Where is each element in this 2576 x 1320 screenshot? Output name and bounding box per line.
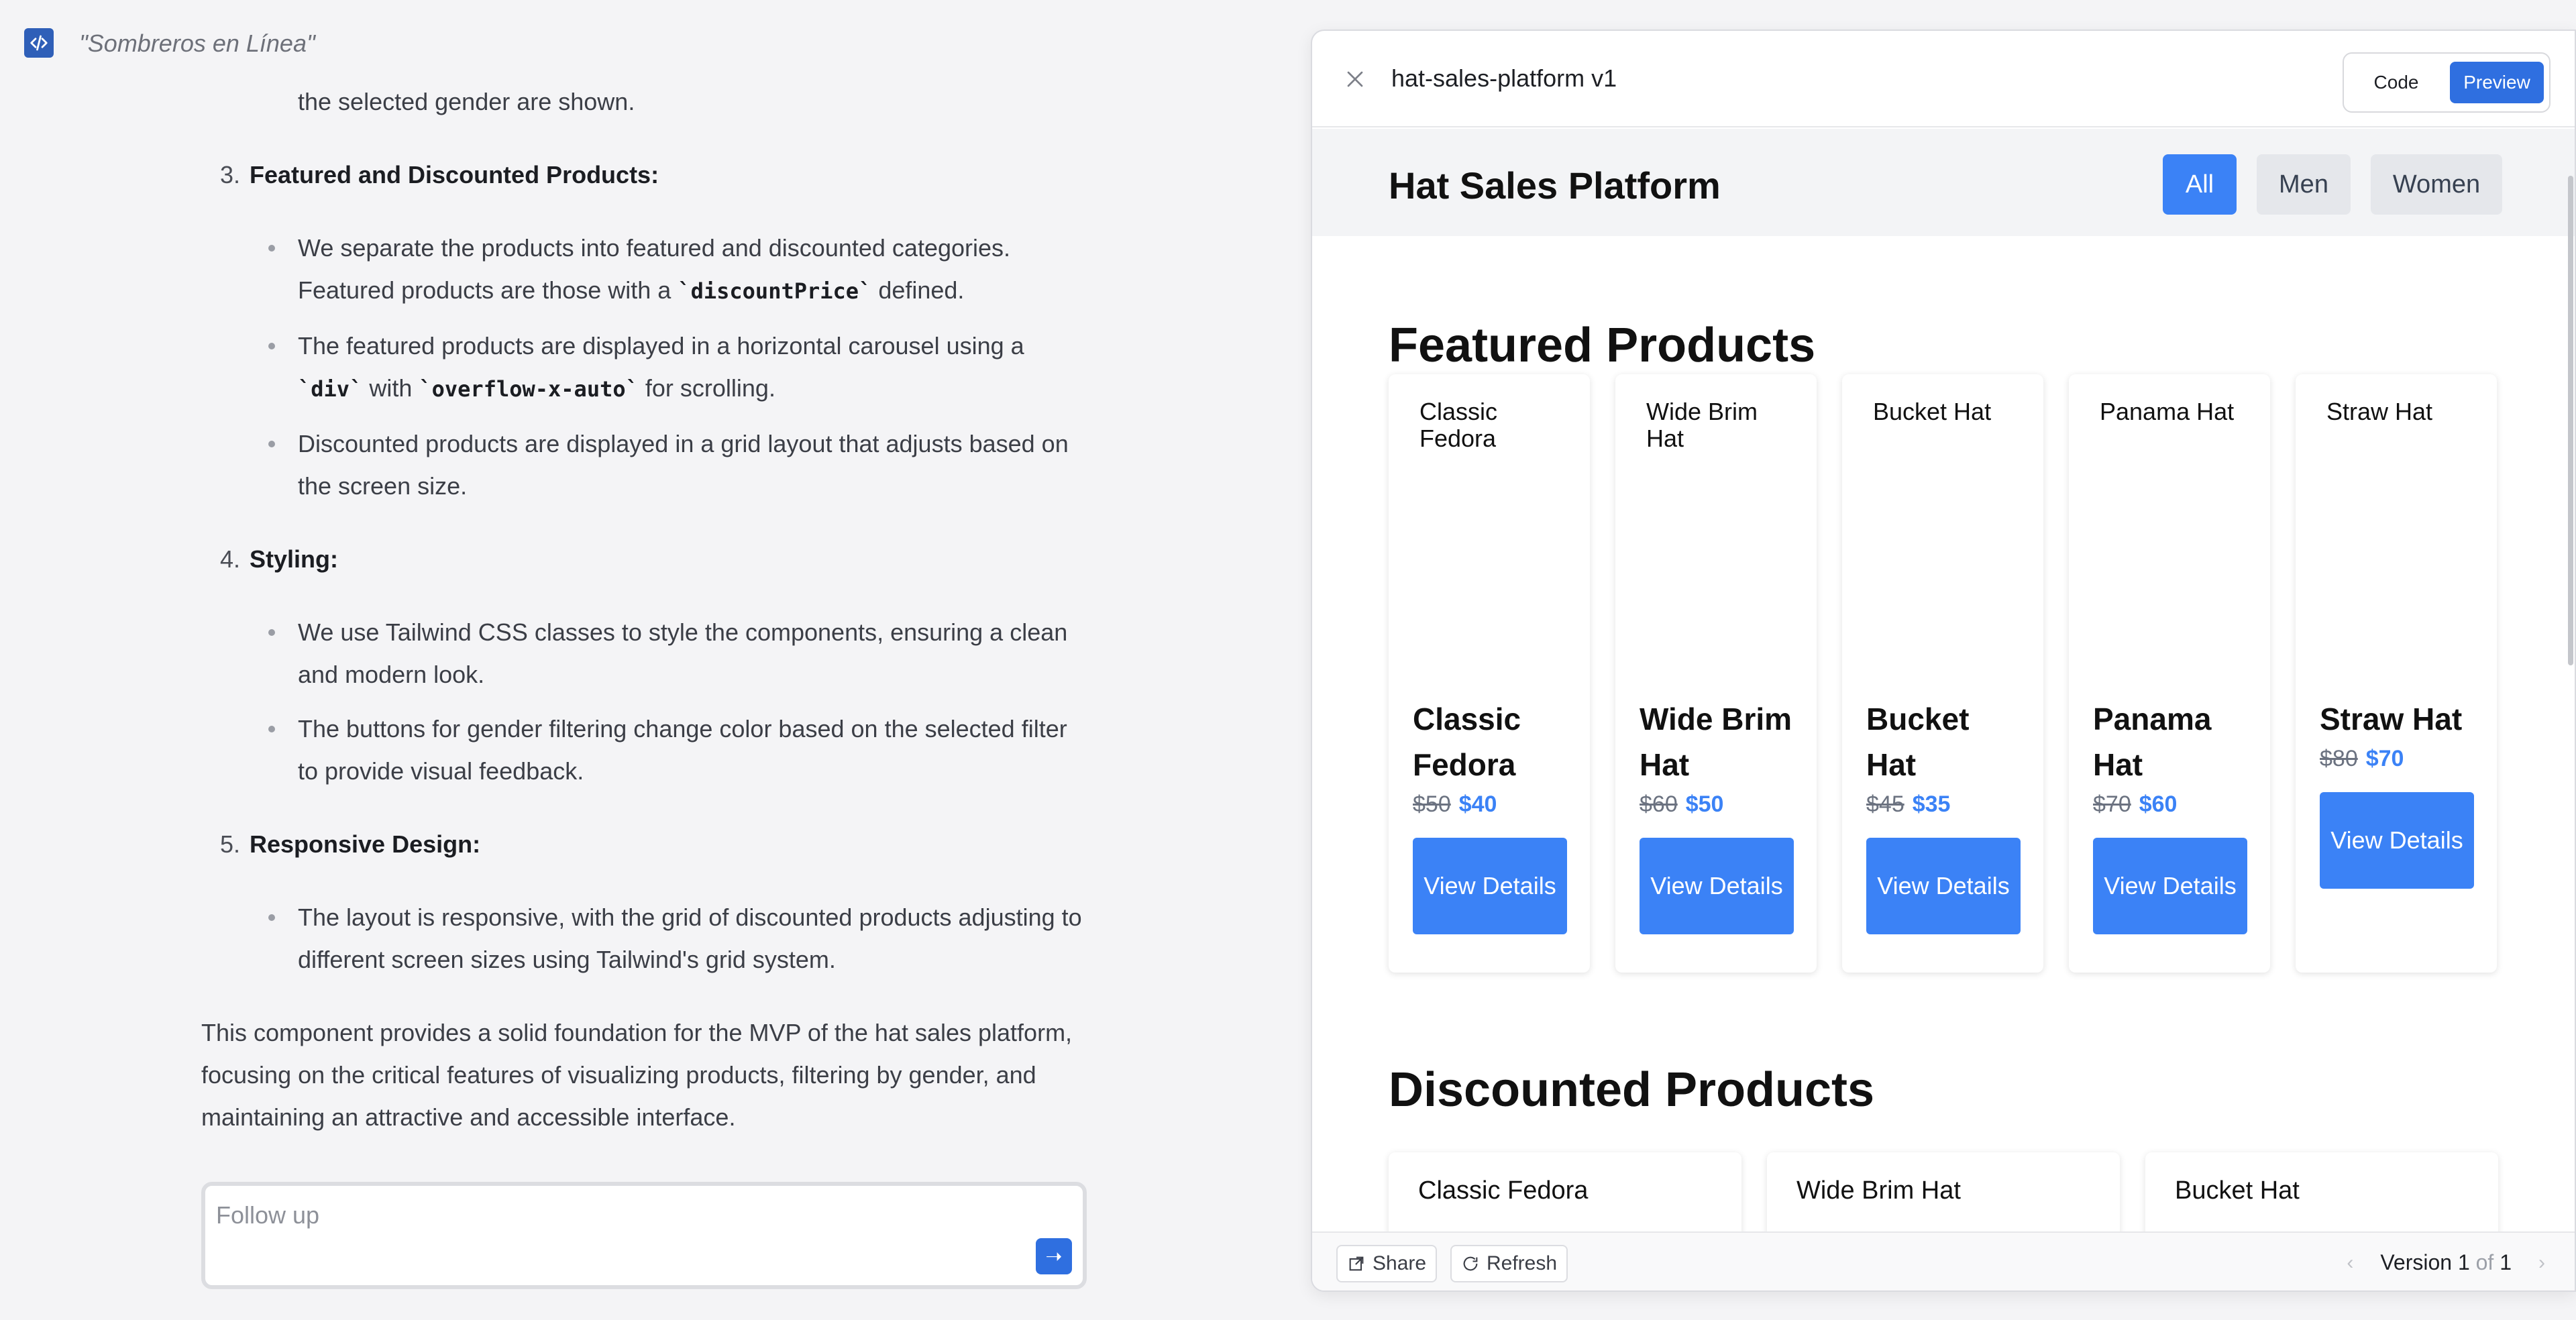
chevron-left-icon[interactable]: ‹	[2347, 1252, 2353, 1274]
product-image-alt: Wide Brim Hat	[1646, 398, 1758, 452]
section-title: Responsive Design:	[250, 830, 481, 858]
discount-price: $60	[2139, 791, 2178, 817]
preview-tab[interactable]: Preview	[2450, 62, 2544, 103]
summary-paragraph: This component provides a solid foundati…	[201, 1019, 1073, 1131]
product-card: Straw Hat Straw Hat $80 $70 View Details	[2296, 374, 2497, 973]
product-card: Bucket Hat Bucket Hat $45 $35 View Detail…	[1842, 374, 2043, 973]
refresh-label: Refresh	[1487, 1252, 1558, 1274]
view-details-button[interactable]: View Details	[1640, 838, 1794, 934]
list-item: We use Tailwind CSS classes to style the…	[268, 611, 1087, 696]
version-indicator: Version 1 of 1	[2380, 1250, 2512, 1274]
discount-price: $35	[1912, 791, 1951, 817]
section-title: Styling:	[250, 545, 338, 573]
original-price: $50	[1413, 791, 1451, 817]
section-number: 4.	[219, 545, 240, 573]
filter-all-button[interactable]: All	[2163, 154, 2237, 215]
discount-card: Bucket Hat	[2145, 1152, 2498, 1234]
view-details-button[interactable]: View Details	[1413, 838, 1567, 934]
view-toggle: Code Preview	[2343, 52, 2551, 113]
original-price: $70	[2093, 791, 2131, 817]
arrow-right-icon: ➝	[1045, 1245, 1063, 1268]
refresh-icon	[1463, 1256, 1478, 1271]
product-card: Panama Hat Panama Hat $70 $60 View Detail…	[2069, 374, 2270, 973]
code-tab[interactable]: Code	[2349, 62, 2443, 103]
filter-men-button[interactable]: Men	[2257, 154, 2351, 215]
artifact-panel: hat-sales-platform v1 Code Preview Hat S…	[1311, 30, 2576, 1292]
section-title: Featured and Discounted Products:	[250, 161, 659, 188]
product-name: Straw Hat	[2320, 702, 2463, 736]
discount-price: $70	[2365, 746, 2404, 771]
preview-viewport[interactable]: Hat Sales Platform All Men Women Feature…	[1312, 129, 2575, 1234]
section-number: 3.	[219, 161, 240, 188]
chevron-right-icon[interactable]: ›	[2538, 1252, 2545, 1274]
filter-women-button[interactable]: Women	[2371, 154, 2502, 215]
panel-title: hat-sales-platform v1	[1391, 64, 1617, 92]
product-card: Wide Brim Hat Wide Brim Hat $60 $50 View …	[1615, 374, 1817, 973]
message-continuation: the selected gender are shown.	[298, 88, 635, 115]
app-logo-icon[interactable]	[24, 28, 54, 58]
discount-price: $40	[1458, 791, 1497, 817]
section-heading: 4. Styling:	[201, 538, 1087, 580]
panel-footer: Share Refresh ‹ Version 1 of 1 ›	[1312, 1231, 2575, 1290]
refresh-button[interactable]: Refresh	[1450, 1245, 1568, 1282]
chat-message: the selected gender are shown. 3. Featur…	[201, 80, 1087, 1138]
original-price: $80	[2320, 746, 2358, 771]
product-name: Classic Fedora	[1413, 702, 1521, 782]
view-details-button[interactable]: View Details	[2320, 792, 2474, 889]
original-price: $45	[1866, 791, 1904, 817]
version-nav: ‹ Version 1 of 1 ›	[2347, 1250, 2545, 1275]
close-button[interactable]	[1342, 66, 1368, 93]
share-label: Share	[1373, 1252, 1427, 1274]
view-details-button[interactable]: View Details	[2093, 838, 2247, 934]
panel-header: hat-sales-platform v1 Code Preview	[1312, 31, 2575, 127]
featured-carousel[interactable]: Classic Fedora Classic Fedora $50 $40 Vie…	[1389, 374, 2497, 973]
product-image-alt: Panama Hat	[2100, 398, 2235, 425]
inline-code: `div`	[298, 376, 363, 402]
view-details-button[interactable]: View Details	[1866, 838, 2021, 934]
follow-up-input[interactable]	[216, 1198, 1021, 1233]
product-card: Classic Fedora Classic Fedora $50 $40 Vie…	[1389, 374, 1590, 973]
product-image-alt: Straw Hat	[2326, 398, 2433, 425]
product-name: Wide Brim Hat	[1640, 702, 1792, 782]
inline-code: `discountPrice`	[678, 278, 872, 304]
bullet-list: The layout is responsive, with the grid …	[201, 896, 1087, 981]
bullet-list: We separate the products into featured a…	[201, 227, 1087, 507]
discount-card: Classic Fedora	[1389, 1152, 1741, 1234]
list-item: We separate the products into featured a…	[268, 227, 1087, 313]
section-number: 5.	[219, 830, 240, 858]
original-price: $60	[1640, 791, 1678, 817]
list-item: The buttons for gender filtering change …	[268, 708, 1087, 792]
product-name: Panama Hat	[2093, 702, 2212, 782]
site-title: Hat Sales Platform	[1389, 164, 1721, 207]
discount-card: Wide Brim Hat	[1767, 1152, 2120, 1234]
list-item: The featured products are displayed in a…	[268, 325, 1087, 410]
discounted-grid: Classic Fedora Wide Brim Hat Bucket Hat	[1389, 1152, 2498, 1234]
product-image-alt: Bucket Hat	[1873, 398, 1992, 425]
close-icon	[1347, 71, 1363, 87]
list-item: The layout is responsive, with the grid …	[268, 896, 1087, 981]
share-icon	[1349, 1256, 1364, 1271]
list-item: Discounted products are displayed in a g…	[268, 423, 1087, 507]
gender-filters: All Men Women	[2163, 154, 2502, 215]
inline-code: `overflow-x-auto`	[419, 376, 639, 402]
featured-heading: Featured Products	[1389, 319, 1816, 372]
send-button[interactable]: ➝	[1036, 1238, 1072, 1274]
discounted-heading: Discounted Products	[1389, 1063, 1875, 1117]
section-heading: 3. Featured and Discounted Products:	[201, 154, 1087, 196]
follow-up-box: ➝	[201, 1182, 1087, 1289]
preview-scrollbar[interactable]	[2568, 176, 2573, 665]
chat-title[interactable]: "Sombreros en Línea"	[79, 30, 315, 58]
section-heading: 5. Responsive Design:	[201, 823, 1087, 865]
site-navbar: Hat Sales Platform All Men Women	[1312, 129, 2575, 236]
bullet-list: We use Tailwind CSS classes to style the…	[201, 611, 1087, 792]
share-button[interactable]: Share	[1336, 1245, 1438, 1282]
product-name: Bucket Hat	[1866, 702, 1970, 782]
product-image-alt: Classic Fedora	[1419, 398, 1498, 452]
discount-price: $50	[1685, 791, 1724, 817]
